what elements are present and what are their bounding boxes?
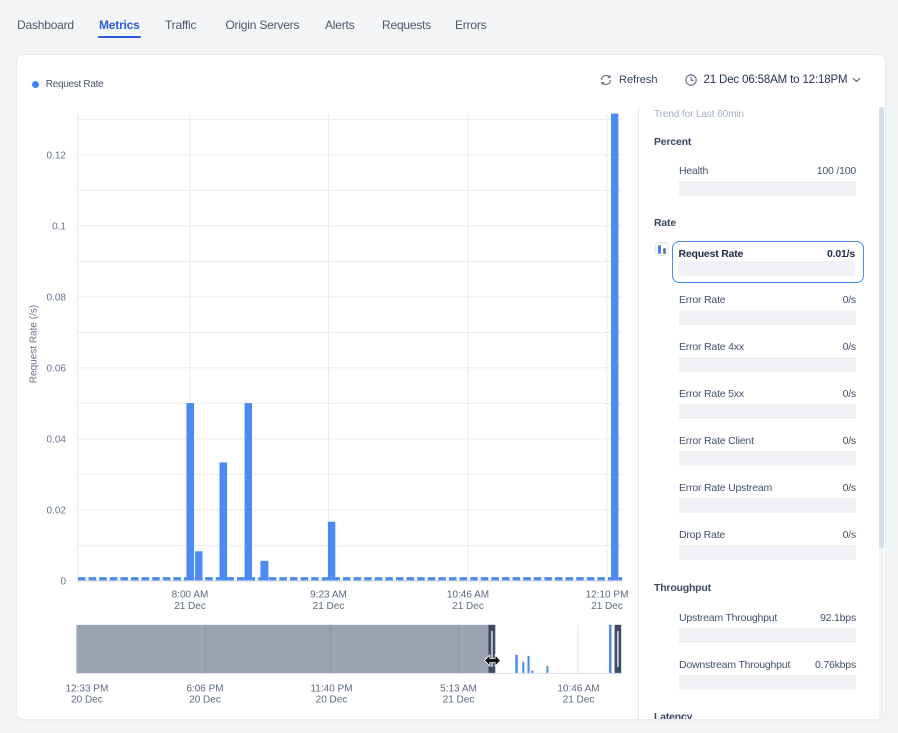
svg-text:0: 0 xyxy=(60,577,66,588)
svg-text:12:10 PM: 12:10 PM xyxy=(586,590,629,601)
svg-text:20 Dec: 20 Dec xyxy=(189,695,221,706)
svg-text:0.06: 0.06 xyxy=(47,363,67,374)
svg-text:21 Dec: 21 Dec xyxy=(313,601,345,612)
svg-text:8:00 AM: 8:00 AM xyxy=(172,590,209,601)
svg-text:21 Dec: 21 Dec xyxy=(174,601,206,612)
svg-text:21 Dec: 21 Dec xyxy=(443,695,475,706)
svg-text:20 Dec: 20 Dec xyxy=(316,695,348,706)
svg-text:0.04: 0.04 xyxy=(47,434,67,445)
svg-text:5:13 AM: 5:13 AM xyxy=(440,684,477,695)
svg-text:11:40 PM: 11:40 PM xyxy=(310,684,352,695)
svg-text:6:06 PM: 6:06 PM xyxy=(186,684,223,695)
svg-text:21 Dec: 21 Dec xyxy=(563,695,595,706)
svg-text:Request Rate (/s): Request Rate (/s) xyxy=(29,305,40,383)
svg-text:0.08: 0.08 xyxy=(47,292,67,303)
svg-text:20 Dec: 20 Dec xyxy=(71,695,103,706)
svg-text:0.02: 0.02 xyxy=(47,505,67,516)
svg-text:9:23 AM: 9:23 AM xyxy=(310,590,347,601)
svg-text:21 Dec: 21 Dec xyxy=(452,601,484,612)
svg-text:21 Dec: 21 Dec xyxy=(591,601,623,612)
svg-text:12:33 PM: 12:33 PM xyxy=(65,684,108,695)
svg-text:0.1: 0.1 xyxy=(52,221,66,232)
svg-text:0.12: 0.12 xyxy=(47,150,67,161)
svg-text:10:46 AM: 10:46 AM xyxy=(557,684,599,695)
svg-text:10:46 AM: 10:46 AM xyxy=(447,590,489,601)
